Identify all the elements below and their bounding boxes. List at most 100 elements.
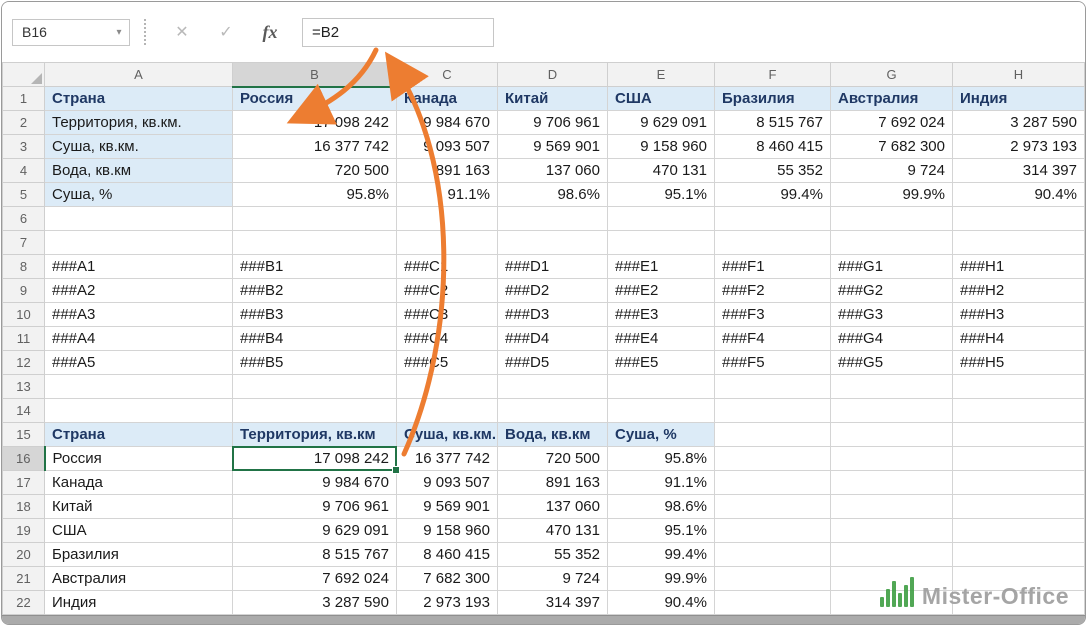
cell-D19[interactable]: 470 131 — [498, 519, 608, 543]
column-header-A[interactable]: A — [45, 63, 233, 87]
row-header-11[interactable]: 11 — [3, 327, 45, 351]
cell-H5[interactable]: 90.4% — [953, 183, 1085, 207]
formula-enter-icon[interactable]: ✓ — [204, 22, 248, 42]
cell-B19[interactable]: 9 629 091 — [233, 519, 397, 543]
cell-A17[interactable]: Канада — [45, 471, 233, 495]
cell-E5[interactable]: 95.1% — [608, 183, 715, 207]
cell-C18[interactable]: 9 569 901 — [397, 495, 498, 519]
cell-D15[interactable]: Вода, кв.км — [498, 423, 608, 447]
cell-E4[interactable]: 470 131 — [608, 159, 715, 183]
cell-F17[interactable] — [715, 471, 831, 495]
cell-B3[interactable]: 16 377 742 — [233, 135, 397, 159]
cell-E22[interactable]: 90.4% — [608, 591, 715, 615]
cell-B9[interactable]: ###B2 — [233, 279, 397, 303]
cell-D8[interactable]: ###D1 — [498, 255, 608, 279]
cell-H10[interactable]: ###H3 — [953, 303, 1085, 327]
row-header-17[interactable]: 17 — [3, 471, 45, 495]
row-header-19[interactable]: 19 — [3, 519, 45, 543]
cell-F4[interactable]: 55 352 — [715, 159, 831, 183]
cell-B15[interactable]: Территория, кв.км — [233, 423, 397, 447]
row-header-2[interactable]: 2 — [3, 111, 45, 135]
row-header-9[interactable]: 9 — [3, 279, 45, 303]
cell-A20[interactable]: Бразилия — [45, 543, 233, 567]
cell-H4[interactable]: 314 397 — [953, 159, 1085, 183]
column-header-E[interactable]: E — [608, 63, 715, 87]
cell-D3[interactable]: 9 569 901 — [498, 135, 608, 159]
cell-A12[interactable]: ###A5 — [45, 351, 233, 375]
name-box[interactable]: B16 ▾ — [12, 19, 130, 46]
cell-A15[interactable]: Страна — [45, 423, 233, 447]
cell-F12[interactable]: ###F5 — [715, 351, 831, 375]
cell-C12[interactable]: ###C5 — [397, 351, 498, 375]
row-header-18[interactable]: 18 — [3, 495, 45, 519]
cell-G6[interactable] — [831, 207, 953, 231]
cell-B2[interactable]: 17 098 242 — [233, 111, 397, 135]
cell-C6[interactable] — [397, 207, 498, 231]
cell-H12[interactable]: ###H5 — [953, 351, 1085, 375]
row-header-1[interactable]: 1 — [3, 87, 45, 111]
cell-E12[interactable]: ###E5 — [608, 351, 715, 375]
cell-G8[interactable]: ###G1 — [831, 255, 953, 279]
cell-C22[interactable]: 2 973 193 — [397, 591, 498, 615]
cell-B18[interactable]: 9 706 961 — [233, 495, 397, 519]
cell-G13[interactable] — [831, 375, 953, 399]
cell-H8[interactable]: ###H1 — [953, 255, 1085, 279]
cell-D7[interactable] — [498, 231, 608, 255]
cell-C17[interactable]: 9 093 507 — [397, 471, 498, 495]
cell-F7[interactable] — [715, 231, 831, 255]
cell-A22[interactable]: Индия — [45, 591, 233, 615]
cell-F1[interactable]: Бразилия — [715, 87, 831, 111]
cell-D5[interactable]: 98.6% — [498, 183, 608, 207]
cell-D10[interactable]: ###D3 — [498, 303, 608, 327]
cell-D13[interactable] — [498, 375, 608, 399]
cell-B7[interactable] — [233, 231, 397, 255]
cell-H18[interactable] — [953, 495, 1085, 519]
row-header-21[interactable]: 21 — [3, 567, 45, 591]
cell-F14[interactable] — [715, 399, 831, 423]
column-header-F[interactable]: F — [715, 63, 831, 87]
cell-H20[interactable] — [953, 543, 1085, 567]
cell-A2[interactable]: Территория, кв.км. — [45, 111, 233, 135]
cell-F22[interactable] — [715, 591, 831, 615]
cell-F16[interactable] — [715, 447, 831, 471]
cell-H2[interactable]: 3 287 590 — [953, 111, 1085, 135]
row-header-5[interactable]: 5 — [3, 183, 45, 207]
cell-E8[interactable]: ###E1 — [608, 255, 715, 279]
cell-B21[interactable]: 7 692 024 — [233, 567, 397, 591]
cell-G5[interactable]: 99.9% — [831, 183, 953, 207]
column-header-G[interactable]: G — [831, 63, 953, 87]
cell-B13[interactable] — [233, 375, 397, 399]
cell-B16[interactable]: 17 098 242 — [233, 447, 397, 471]
cell-D9[interactable]: ###D2 — [498, 279, 608, 303]
cell-A21[interactable]: Австралия — [45, 567, 233, 591]
cell-H11[interactable]: ###H4 — [953, 327, 1085, 351]
row-header-22[interactable]: 22 — [3, 591, 45, 615]
cell-H16[interactable] — [953, 447, 1085, 471]
cell-F5[interactable]: 99.4% — [715, 183, 831, 207]
cell-A8[interactable]: ###A1 — [45, 255, 233, 279]
select-all-corner[interactable] — [3, 63, 45, 87]
cell-D21[interactable]: 9 724 — [498, 567, 608, 591]
cell-C8[interactable]: ###C1 — [397, 255, 498, 279]
cell-A3[interactable]: Суша, кв.км. — [45, 135, 233, 159]
row-header-12[interactable]: 12 — [3, 351, 45, 375]
cell-D11[interactable]: ###D4 — [498, 327, 608, 351]
cell-A18[interactable]: Китай — [45, 495, 233, 519]
cell-E16[interactable]: 95.8% — [608, 447, 715, 471]
cell-E11[interactable]: ###E4 — [608, 327, 715, 351]
cell-E9[interactable]: ###E2 — [608, 279, 715, 303]
cell-G2[interactable]: 7 692 024 — [831, 111, 953, 135]
cell-E21[interactable]: 99.9% — [608, 567, 715, 591]
column-header-B[interactable]: B — [233, 63, 397, 87]
cell-E7[interactable] — [608, 231, 715, 255]
cell-C13[interactable] — [397, 375, 498, 399]
cell-E3[interactable]: 9 158 960 — [608, 135, 715, 159]
cell-H19[interactable] — [953, 519, 1085, 543]
cell-C10[interactable]: ###C3 — [397, 303, 498, 327]
cell-C9[interactable]: ###C2 — [397, 279, 498, 303]
cell-H17[interactable] — [953, 471, 1085, 495]
cell-F15[interactable] — [715, 423, 831, 447]
cell-C1[interactable]: Канада — [397, 87, 498, 111]
row-header-13[interactable]: 13 — [3, 375, 45, 399]
cell-G3[interactable]: 7 682 300 — [831, 135, 953, 159]
